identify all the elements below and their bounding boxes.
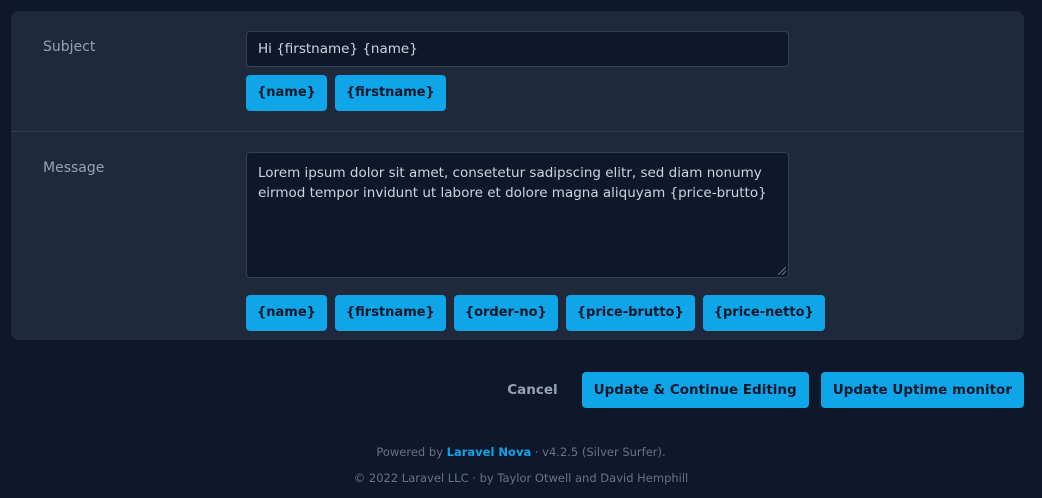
- powered-by-footer: Powered by Laravel Nova · v4.2.5 (Silver…: [0, 445, 1042, 459]
- message-tag-buttons: {name} {firstname} {order-no} {price-bru…: [246, 295, 825, 331]
- powered-by-prefix: Powered by: [376, 445, 443, 459]
- message-row: Message Lorem ipsum dolor sit amet, cons…: [11, 132, 1024, 340]
- message-tag-order-no-button[interactable]: {order-no}: [453, 295, 558, 331]
- update-uptime-monitor-button[interactable]: Update Uptime monitor: [820, 372, 1024, 408]
- message-textarea[interactable]: Lorem ipsum dolor sit amet, consetetur s…: [246, 152, 789, 278]
- subject-input[interactable]: Hi {firstname} {name}: [246, 31, 789, 67]
- cancel-button[interactable]: Cancel: [495, 372, 569, 408]
- subject-row: Subject Hi {firstname} {name} {name} {fi…: [11, 11, 1024, 131]
- message-tag-price-netto-button[interactable]: {price-netto}: [702, 295, 825, 331]
- resize-handle-icon[interactable]: [778, 267, 786, 275]
- subject-tag-buttons: {name} {firstname}: [246, 75, 446, 111]
- subject-tag-firstname-button[interactable]: {firstname}: [334, 75, 446, 111]
- form-actions: Cancel Update & Continue Editing Update …: [495, 372, 1024, 408]
- copyright-footer: © 2022 Laravel LLC · by Taylor Otwell an…: [353, 471, 689, 485]
- laravel-nova-link[interactable]: Laravel Nova: [447, 445, 532, 459]
- update-continue-editing-button[interactable]: Update & Continue Editing: [581, 372, 809, 408]
- message-tag-name-button[interactable]: {name}: [246, 295, 327, 331]
- message-tag-price-brutto-button[interactable]: {price-brutto}: [565, 295, 695, 331]
- version-text: · v4.2.5 (Silver Surfer).: [534, 445, 666, 459]
- message-text: Lorem ipsum dolor sit amet, consetetur s…: [258, 165, 767, 201]
- subject-label: Subject: [43, 39, 96, 55]
- subject-tag-name-button[interactable]: {name}: [246, 75, 327, 111]
- message-label: Message: [43, 160, 105, 176]
- edit-form-card: Subject Hi {firstname} {name} {name} {fi…: [11, 11, 1024, 340]
- message-tag-firstname-button[interactable]: {firstname}: [334, 295, 446, 331]
